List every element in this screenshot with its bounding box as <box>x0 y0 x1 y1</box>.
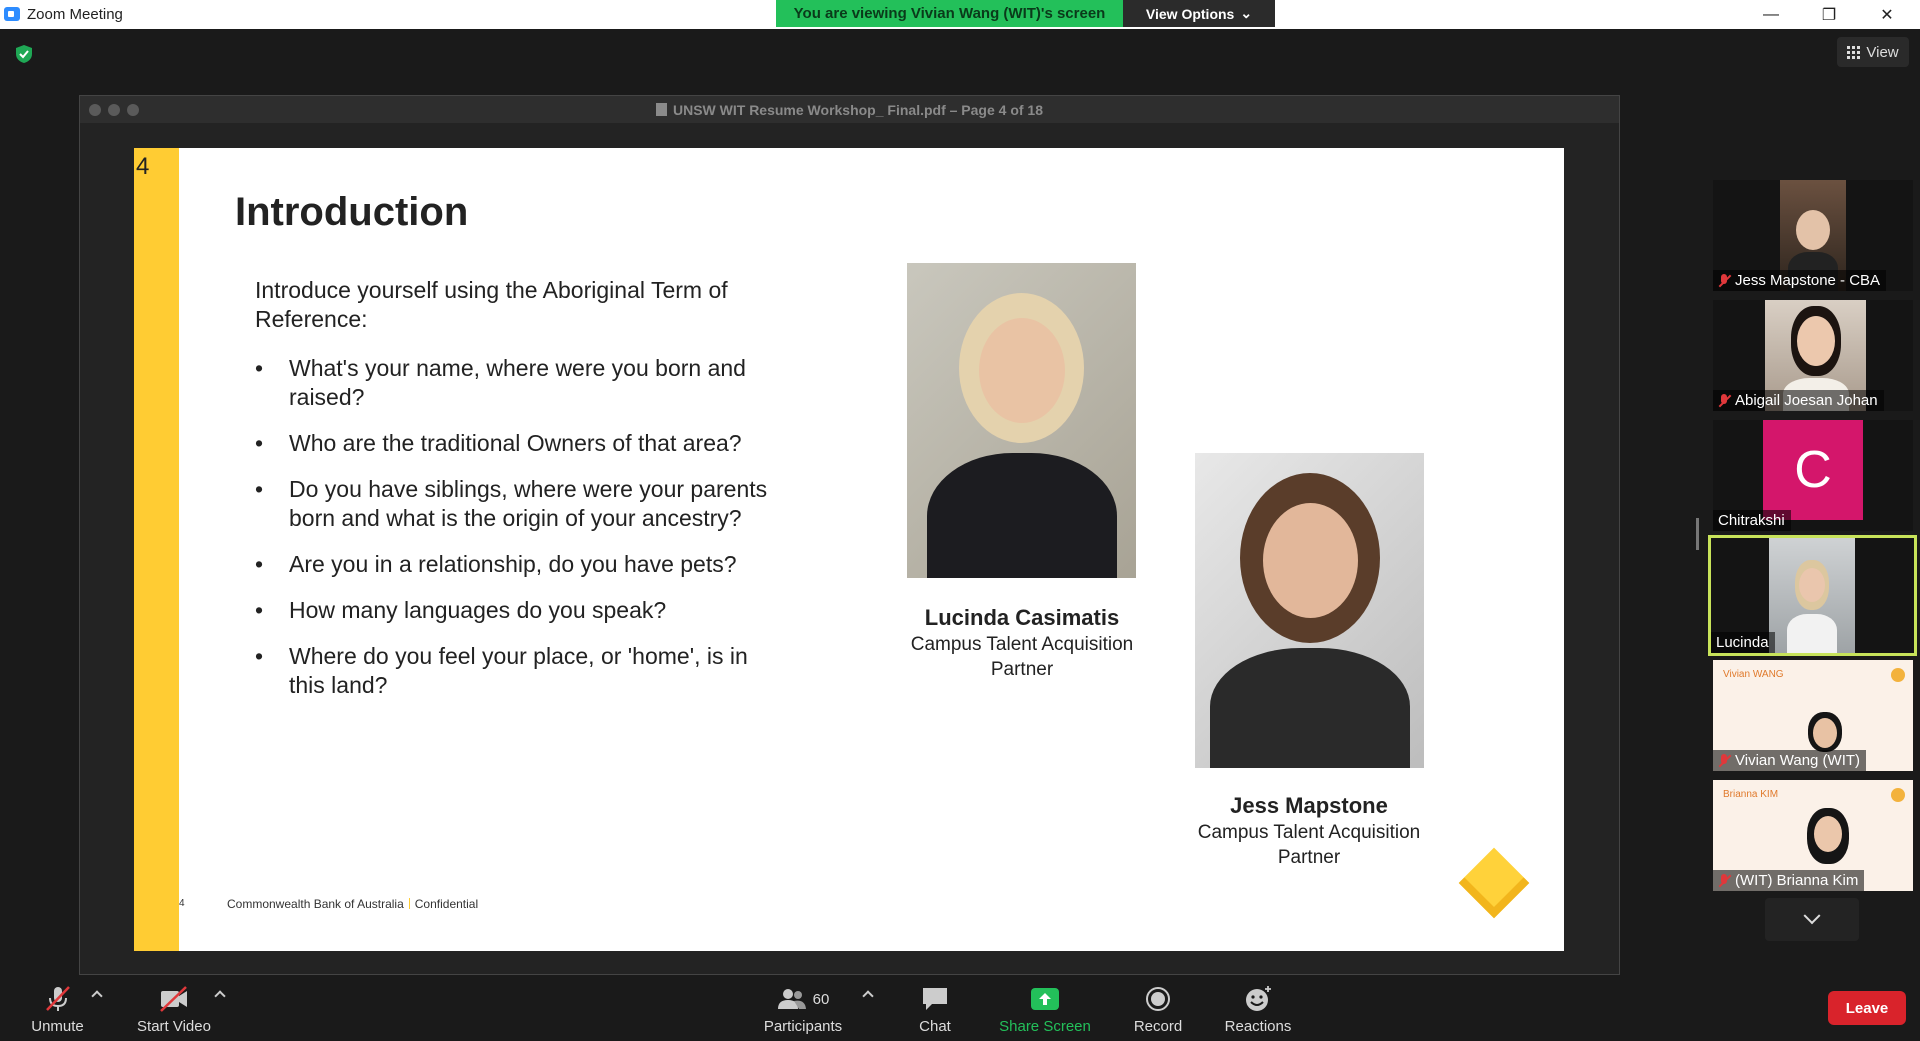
presentation-slide: 4 Introduction Introduce yourself using … <box>134 148 1564 951</box>
slide-bullet: What's your name, where were you born an… <box>255 354 785 412</box>
commbank-logo <box>1458 847 1530 919</box>
leave-meeting-button[interactable]: Leave <box>1828 991 1906 1025</box>
participant-name: Chitrakshi <box>1718 512 1785 529</box>
slide-number: 4 <box>136 153 150 180</box>
slide-footer-label: Confidential <box>414 897 479 911</box>
participants-count: 60 <box>812 990 830 1008</box>
encryption-shield-icon[interactable] <box>14 44 34 64</box>
grid-view-icon <box>1847 45 1861 59</box>
share-screen-icon <box>1031 988 1059 1010</box>
muted-mic-icon <box>1718 273 1730 288</box>
view-options-label: View Options <box>1145 5 1235 22</box>
slide-footer-number: 4 <box>179 898 185 909</box>
jess-portrait-photo <box>1195 453 1424 768</box>
chevron-down-icon: ⌄ <box>1240 5 1253 21</box>
close-button[interactable]: ✕ <box>1858 0 1916 29</box>
participants-button[interactable]: 60 Participants <box>760 975 846 1041</box>
slide-bullet: Where do you feel your place, or 'home',… <box>255 642 785 700</box>
share-screen-button[interactable]: Share Screen <box>995 975 1095 1041</box>
start-video-label: Start Video <box>137 1018 211 1035</box>
slide-bullet-list: What's your name, where were you born an… <box>255 354 785 717</box>
participants-options-caret[interactable] <box>862 990 874 1002</box>
person-name-lucinda: Lucinda Casimatis <box>924 605 1120 630</box>
background-logo <box>1891 668 1905 682</box>
unmute-button[interactable]: Unmute <box>20 975 95 1041</box>
viewing-screen-banner: You are viewing Vivian Wang (WIT)'s scre… <box>776 0 1123 27</box>
zoom-app-icon <box>4 7 20 21</box>
participant-video <box>1769 538 1855 653</box>
slide-bullet: Who are the traditional Owners of that a… <box>255 429 785 458</box>
slide-bullet: How many languages do you speak? <box>255 596 785 625</box>
chat-button[interactable]: Chat <box>905 975 965 1041</box>
slide-bullet: Are you in a relationship, do you have p… <box>255 550 785 579</box>
participant-tile-active-speaker[interactable]: Lucinda <box>1708 535 1917 656</box>
strip-resize-handle[interactable] <box>1696 518 1699 550</box>
participant-tile[interactable]: Jess Mapstone - CBA <box>1713 180 1913 291</box>
reactions-icon <box>1246 986 1271 1011</box>
muted-mic-icon <box>1718 753 1730 768</box>
participant-name: (WIT) Brianna Kim <box>1735 872 1859 889</box>
shared-document-title-text: UNSW WIT Resume Workshop_ Final.pdf – Pa… <box>672 102 1044 118</box>
participant-name: Jess Mapstone - CBA <box>1735 272 1881 289</box>
person-role-lucinda: Campus Talent Acquisition Partner <box>910 634 1134 680</box>
reactions-button[interactable]: Reactions <box>1216 975 1300 1041</box>
slide-title: Introduction <box>235 190 469 234</box>
minimize-button[interactable]: — <box>1742 0 1800 29</box>
person-name-jess: Jess Mapstone <box>1230 793 1388 818</box>
participant-tile[interactable]: C Chitrakshi <box>1713 420 1913 531</box>
chat-label: Chat <box>919 1018 951 1035</box>
participants-icon <box>777 989 806 1009</box>
view-options-button[interactable]: View Options ⌄ <box>1123 0 1275 27</box>
chat-icon <box>923 988 947 1010</box>
view-layout-button[interactable]: View <box>1837 37 1909 67</box>
participant-avatar: C <box>1763 420 1863 520</box>
shared-window-titlebar: UNSW WIT Resume Workshop_ Final.pdf – Pa… <box>80 96 1619 123</box>
scroll-down-button[interactable] <box>1765 898 1859 941</box>
muted-mic-icon <box>1718 393 1730 408</box>
view-button-label: View <box>1866 43 1899 61</box>
record-button[interactable]: Record <box>1128 975 1188 1041</box>
unmute-label: Unmute <box>31 1018 84 1035</box>
document-icon <box>655 103 667 116</box>
lucinda-portrait-photo <box>907 263 1136 578</box>
start-video-button[interactable]: Start Video <box>130 975 218 1041</box>
slide-bullet: Do you have siblings, where were your pa… <box>255 475 785 533</box>
person-role-jess: Campus Talent Acquisition Partner <box>1197 822 1421 868</box>
slide-footer: Commonwealth Bank of Australia Confidenti… <box>227 897 478 911</box>
slide-footer-company: Commonwealth Bank of Australia <box>227 897 404 911</box>
background-title: Brianna KIM <box>1723 789 1779 800</box>
window-title: Zoom Meeting <box>27 6 123 23</box>
muted-microphone-icon <box>45 986 70 1011</box>
video-off-icon <box>160 986 187 1012</box>
slide-accent-bar <box>134 148 179 951</box>
participant-tile[interactable]: Vivian WANG Vivian Wang (WIT) <box>1713 660 1913 771</box>
participants-label: Participants <box>763 1018 843 1035</box>
participant-name: Vivian Wang (WIT) <box>1735 752 1861 769</box>
shared-document-title: UNSW WIT Resume Workshop_ Final.pdf – Pa… <box>80 102 1619 118</box>
meeting-toolbar: Unmute Start Video 60 Participants Chat <box>0 975 1920 1041</box>
participant-tile[interactable]: Abigail Joesan Johan <box>1713 300 1913 411</box>
muted-mic-icon <box>1718 873 1730 888</box>
restore-button[interactable]: ❐ <box>1800 0 1858 29</box>
reactions-label: Reactions <box>1224 1018 1292 1035</box>
participant-name: Abigail Joesan Johan <box>1735 392 1878 409</box>
share-screen-label: Share Screen <box>999 1018 1091 1035</box>
background-logo <box>1891 788 1905 802</box>
participant-name: Lucinda <box>1716 634 1769 651</box>
background-title: Vivian WANG <box>1723 669 1784 680</box>
participant-tile[interactable]: Brianna KIM (WIT) Brianna Kim <box>1713 780 1913 891</box>
record-icon <box>1146 987 1170 1011</box>
slide-intro-text: Introduce yourself using the Aboriginal … <box>255 277 728 332</box>
record-label: Record <box>1133 1018 1183 1035</box>
